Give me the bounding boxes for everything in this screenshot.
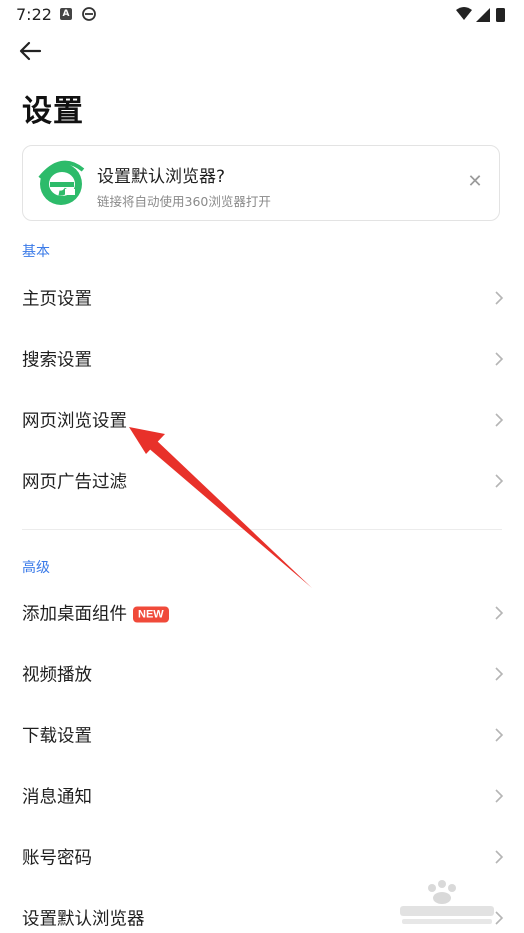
- row-label: 账号密码: [22, 848, 92, 869]
- row-label: 设置默认浏览器: [22, 909, 145, 930]
- chevron-right-icon: [495, 728, 504, 742]
- settings-row-notifications[interactable]: 消息通知: [0, 766, 524, 826]
- page-title: 设置: [22, 94, 84, 129]
- browser-360-logo-icon: [38, 160, 85, 205]
- chevron-right-icon: [495, 352, 504, 366]
- section-label-basic: 基本: [22, 244, 50, 260]
- back-arrow-icon[interactable]: [14, 36, 48, 66]
- banner-title: 设置默认浏览器?: [97, 167, 226, 187]
- status-bar: 7:22 A: [0, 0, 524, 30]
- settings-page: 7:22 A 设置 设置默认浏览器? 链接将自动使用360浏览器打开 ✕ 基本 …: [0, 0, 524, 933]
- row-label: 消息通知: [22, 787, 92, 808]
- section-divider: [22, 529, 502, 530]
- settings-row-search[interactable]: 搜索设置: [0, 329, 524, 389]
- browser-notification-icon: [82, 7, 96, 21]
- chevron-right-icon: [495, 789, 504, 803]
- banner-subtitle: 链接将自动使用360浏览器打开: [97, 194, 271, 209]
- chevron-right-icon: [495, 850, 504, 864]
- row-label: 下载设置: [22, 726, 92, 747]
- status-icons: [456, 7, 505, 22]
- chevron-right-icon: [495, 291, 504, 305]
- close-icon[interactable]: ✕: [465, 172, 485, 192]
- settings-row-desktop-widget[interactable]: 添加桌面组件 NEW: [0, 583, 524, 643]
- settings-row-video-playback[interactable]: 视频播放: [0, 644, 524, 704]
- chevron-right-icon: [495, 413, 504, 427]
- battery-icon: [496, 8, 505, 22]
- settings-row-download[interactable]: 下载设置: [0, 705, 524, 765]
- settings-row-ad-filter[interactable]: 网页广告过滤: [0, 451, 524, 511]
- settings-row-homepage[interactable]: 主页设置: [0, 268, 524, 328]
- default-browser-banner[interactable]: 设置默认浏览器? 链接将自动使用360浏览器打开 ✕: [22, 145, 500, 221]
- row-label: 主页设置: [22, 289, 92, 310]
- settings-row-web-browsing[interactable]: 网页浏览设置: [0, 390, 524, 450]
- row-label: 网页广告过滤: [22, 472, 127, 493]
- row-label: 搜索设置: [22, 350, 92, 371]
- section-label-advanced: 高级: [22, 560, 50, 576]
- signal-icon: [476, 8, 490, 22]
- row-label-with-badge: 添加桌面组件 NEW: [22, 601, 169, 626]
- chevron-right-icon: [495, 474, 504, 488]
- row-label: 网页浏览设置: [22, 411, 127, 432]
- chevron-right-icon: [495, 667, 504, 681]
- chevron-right-icon: [495, 606, 504, 620]
- row-label: 添加桌面组件: [22, 604, 127, 625]
- wifi-icon: [456, 7, 472, 20]
- new-badge: NEW: [133, 606, 169, 623]
- notification-a-icon: A: [60, 8, 72, 20]
- row-label: 视频播放: [22, 665, 92, 686]
- watermark-logo: [400, 880, 494, 924]
- status-time: 7:22: [16, 5, 52, 24]
